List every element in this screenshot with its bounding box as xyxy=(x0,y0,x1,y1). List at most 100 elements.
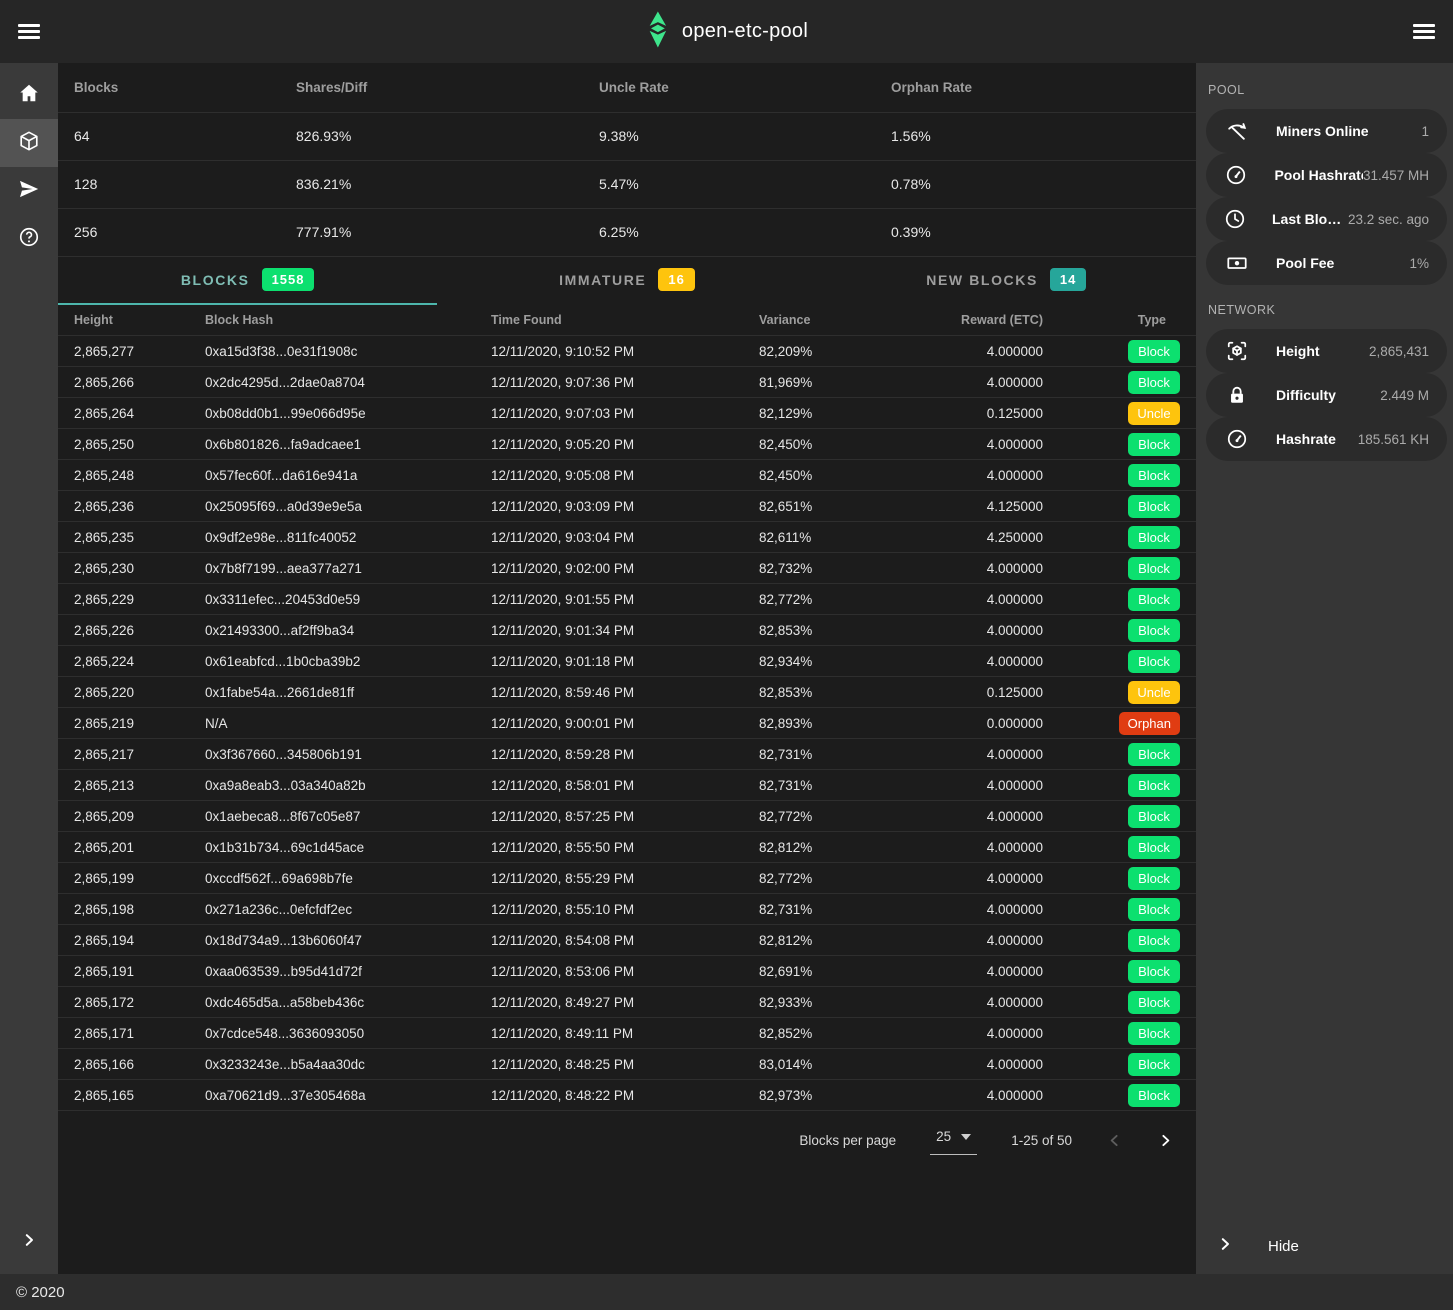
stats-cell-shares-diff: 836.21% xyxy=(280,160,583,208)
block-type-badge[interactable]: Block xyxy=(1128,340,1180,363)
cell-type: Block xyxy=(1059,336,1196,367)
table-row: 2,865,165 0xa70621d9...37e305468a 12/11/… xyxy=(58,1080,1196,1111)
cell-block-hash: 0x21493300...af2ff9ba34 xyxy=(189,615,475,646)
block-type-badge[interactable]: Block xyxy=(1128,495,1180,518)
settings-hamburger-icon[interactable] xyxy=(1413,24,1435,39)
block-type-badge[interactable]: Block xyxy=(1128,557,1180,580)
pool-hashrate-item[interactable]: Pool Hashrate 31.457 MH xyxy=(1206,153,1447,197)
miners-online-item[interactable]: Miners Online 1 xyxy=(1206,109,1447,153)
stats-cell-blocks: 64 xyxy=(58,112,280,160)
block-type-badge[interactable]: Block xyxy=(1128,1084,1180,1107)
tab-immature[interactable]: IMMATURE 16 xyxy=(437,257,816,305)
network-height-label: Height xyxy=(1276,343,1320,359)
cell-block-hash: 0x1b31b734...69c1d45ace xyxy=(189,832,475,863)
block-type-badge[interactable]: Block xyxy=(1128,867,1180,890)
pool-fee-item[interactable]: Pool Fee 1% xyxy=(1206,241,1447,285)
cell-time-found: 12/11/2020, 9:01:34 PM xyxy=(475,615,743,646)
block-type-badge[interactable]: Block xyxy=(1128,371,1180,394)
block-type-badge[interactable]: Uncle xyxy=(1128,681,1180,704)
tab-new-blocks[interactable]: NEW BLOCKS 14 xyxy=(817,257,1196,305)
block-type-badge[interactable]: Block xyxy=(1128,929,1180,952)
block-type-badge[interactable]: Block xyxy=(1128,1053,1180,1076)
footer: © 2020 xyxy=(0,1274,1453,1310)
block-type-badge[interactable]: Block xyxy=(1128,619,1180,642)
col-header-block-hash: Block Hash xyxy=(189,305,475,336)
pool-fee-label: Pool Fee xyxy=(1276,255,1334,271)
per-page-select[interactable]: 25 xyxy=(930,1125,977,1155)
cell-block-hash: 0x2dc4295d...2dae0a8704 xyxy=(189,367,475,398)
cell-block-hash: 0xdc465d5a...a58beb436c xyxy=(189,987,475,1018)
hide-sidebar-button[interactable]: Hide xyxy=(1196,1218,1453,1274)
cell-time-found: 12/11/2020, 9:03:09 PM xyxy=(475,491,743,522)
cell-type: Uncle xyxy=(1059,677,1196,708)
cell-block-hash: 0xa70621d9...37e305468a xyxy=(189,1080,475,1111)
cell-block-hash: N/A xyxy=(189,708,475,739)
stats-row: 64 826.93% 9.38% 1.56% xyxy=(58,112,1196,160)
block-type-badge[interactable]: Block xyxy=(1128,650,1180,673)
cell-time-found: 12/11/2020, 8:48:22 PM xyxy=(475,1080,743,1111)
network-height-item[interactable]: Height 2,865,431 xyxy=(1206,329,1447,373)
sidebar-item-blocks[interactable] xyxy=(0,119,58,167)
block-type-badge[interactable]: Block xyxy=(1128,836,1180,859)
cell-variance: 82,731% xyxy=(743,770,893,801)
block-type-badge[interactable]: Block xyxy=(1128,991,1180,1014)
sidebar-item-home[interactable] xyxy=(0,71,58,119)
stats-header-row: Blocks Shares/Diff Uncle Rate Orphan Rat… xyxy=(58,63,1196,112)
hide-label: Hide xyxy=(1268,1238,1299,1255)
cell-height: 2,865,220 xyxy=(58,677,189,708)
stats-cell-blocks: 128 xyxy=(58,160,280,208)
block-type-badge[interactable]: Block xyxy=(1128,433,1180,456)
stats-cell-uncle-rate: 9.38% xyxy=(583,112,875,160)
next-page-button[interactable] xyxy=(1157,1132,1174,1149)
cell-reward: 0.000000 xyxy=(893,708,1059,739)
cell-type: Block xyxy=(1059,646,1196,677)
network-difficulty-label: Difficulty xyxy=(1276,387,1336,403)
cell-variance: 82,209% xyxy=(743,336,893,367)
luck-stats-table: Blocks Shares/Diff Uncle Rate Orphan Rat… xyxy=(58,63,1196,257)
menu-hamburger-icon[interactable] xyxy=(18,24,40,39)
block-type-badge[interactable]: Block xyxy=(1128,1022,1180,1045)
sidebar-item-payments[interactable] xyxy=(0,167,58,215)
block-type-badge[interactable]: Block xyxy=(1128,526,1180,549)
block-type-badge[interactable]: Block xyxy=(1128,464,1180,487)
cell-time-found: 12/11/2020, 9:01:55 PM xyxy=(475,584,743,615)
cell-block-hash: 0x3f367660...345806b191 xyxy=(189,739,475,770)
block-type-badge[interactable]: Uncle xyxy=(1128,402,1180,425)
network-section-title: NETWORK xyxy=(1196,285,1453,329)
block-type-badge[interactable]: Block xyxy=(1128,960,1180,983)
network-hashrate-item[interactable]: Hashrate 185.561 KH xyxy=(1206,417,1447,461)
tab-blocks[interactable]: BLOCKS 1558 xyxy=(58,257,437,305)
block-type-badge[interactable]: Block xyxy=(1128,805,1180,828)
stats-cell-uncle-rate: 5.47% xyxy=(583,160,875,208)
chevron-right-icon xyxy=(20,1231,38,1254)
block-type-badge[interactable]: Block xyxy=(1128,743,1180,766)
cell-time-found: 12/11/2020, 8:55:29 PM xyxy=(475,863,743,894)
last-block-found-item[interactable]: Last Block Fo... 23.2 sec. ago xyxy=(1206,197,1447,241)
cell-variance: 82,772% xyxy=(743,584,893,615)
block-type-badge[interactable]: Orphan xyxy=(1119,712,1180,735)
tab-immature-label: IMMATURE xyxy=(559,272,646,288)
sidebar-item-help[interactable] xyxy=(0,215,58,263)
cell-type: Block xyxy=(1059,894,1196,925)
miners-online-value: 1 xyxy=(1421,124,1429,139)
cell-type: Block xyxy=(1059,584,1196,615)
stats-cell-shares-diff: 826.93% xyxy=(280,112,583,160)
block-type-badge[interactable]: Block xyxy=(1128,588,1180,611)
lock-icon xyxy=(1224,384,1250,406)
expand-nav-button[interactable] xyxy=(0,1210,58,1274)
prev-page-button[interactable] xyxy=(1106,1132,1123,1149)
network-difficulty-item[interactable]: Difficulty 2.449 M xyxy=(1206,373,1447,417)
cell-variance: 82,129% xyxy=(743,398,893,429)
cell-type: Block xyxy=(1059,956,1196,987)
cell-time-found: 12/11/2020, 9:07:36 PM xyxy=(475,367,743,398)
table-row: 2,865,219 N/A 12/11/2020, 9:00:01 PM 82,… xyxy=(58,708,1196,739)
cell-variance: 83,014% xyxy=(743,1049,893,1080)
cube-scan-icon xyxy=(1224,340,1250,362)
cell-type: Block xyxy=(1059,925,1196,956)
cell-block-hash: 0xccdf562f...69a698b7fe xyxy=(189,863,475,894)
cell-time-found: 12/11/2020, 8:58:01 PM xyxy=(475,770,743,801)
cell-variance: 82,853% xyxy=(743,677,893,708)
block-type-badge[interactable]: Block xyxy=(1128,774,1180,797)
gauge-icon xyxy=(1224,164,1248,186)
block-type-badge[interactable]: Block xyxy=(1128,898,1180,921)
